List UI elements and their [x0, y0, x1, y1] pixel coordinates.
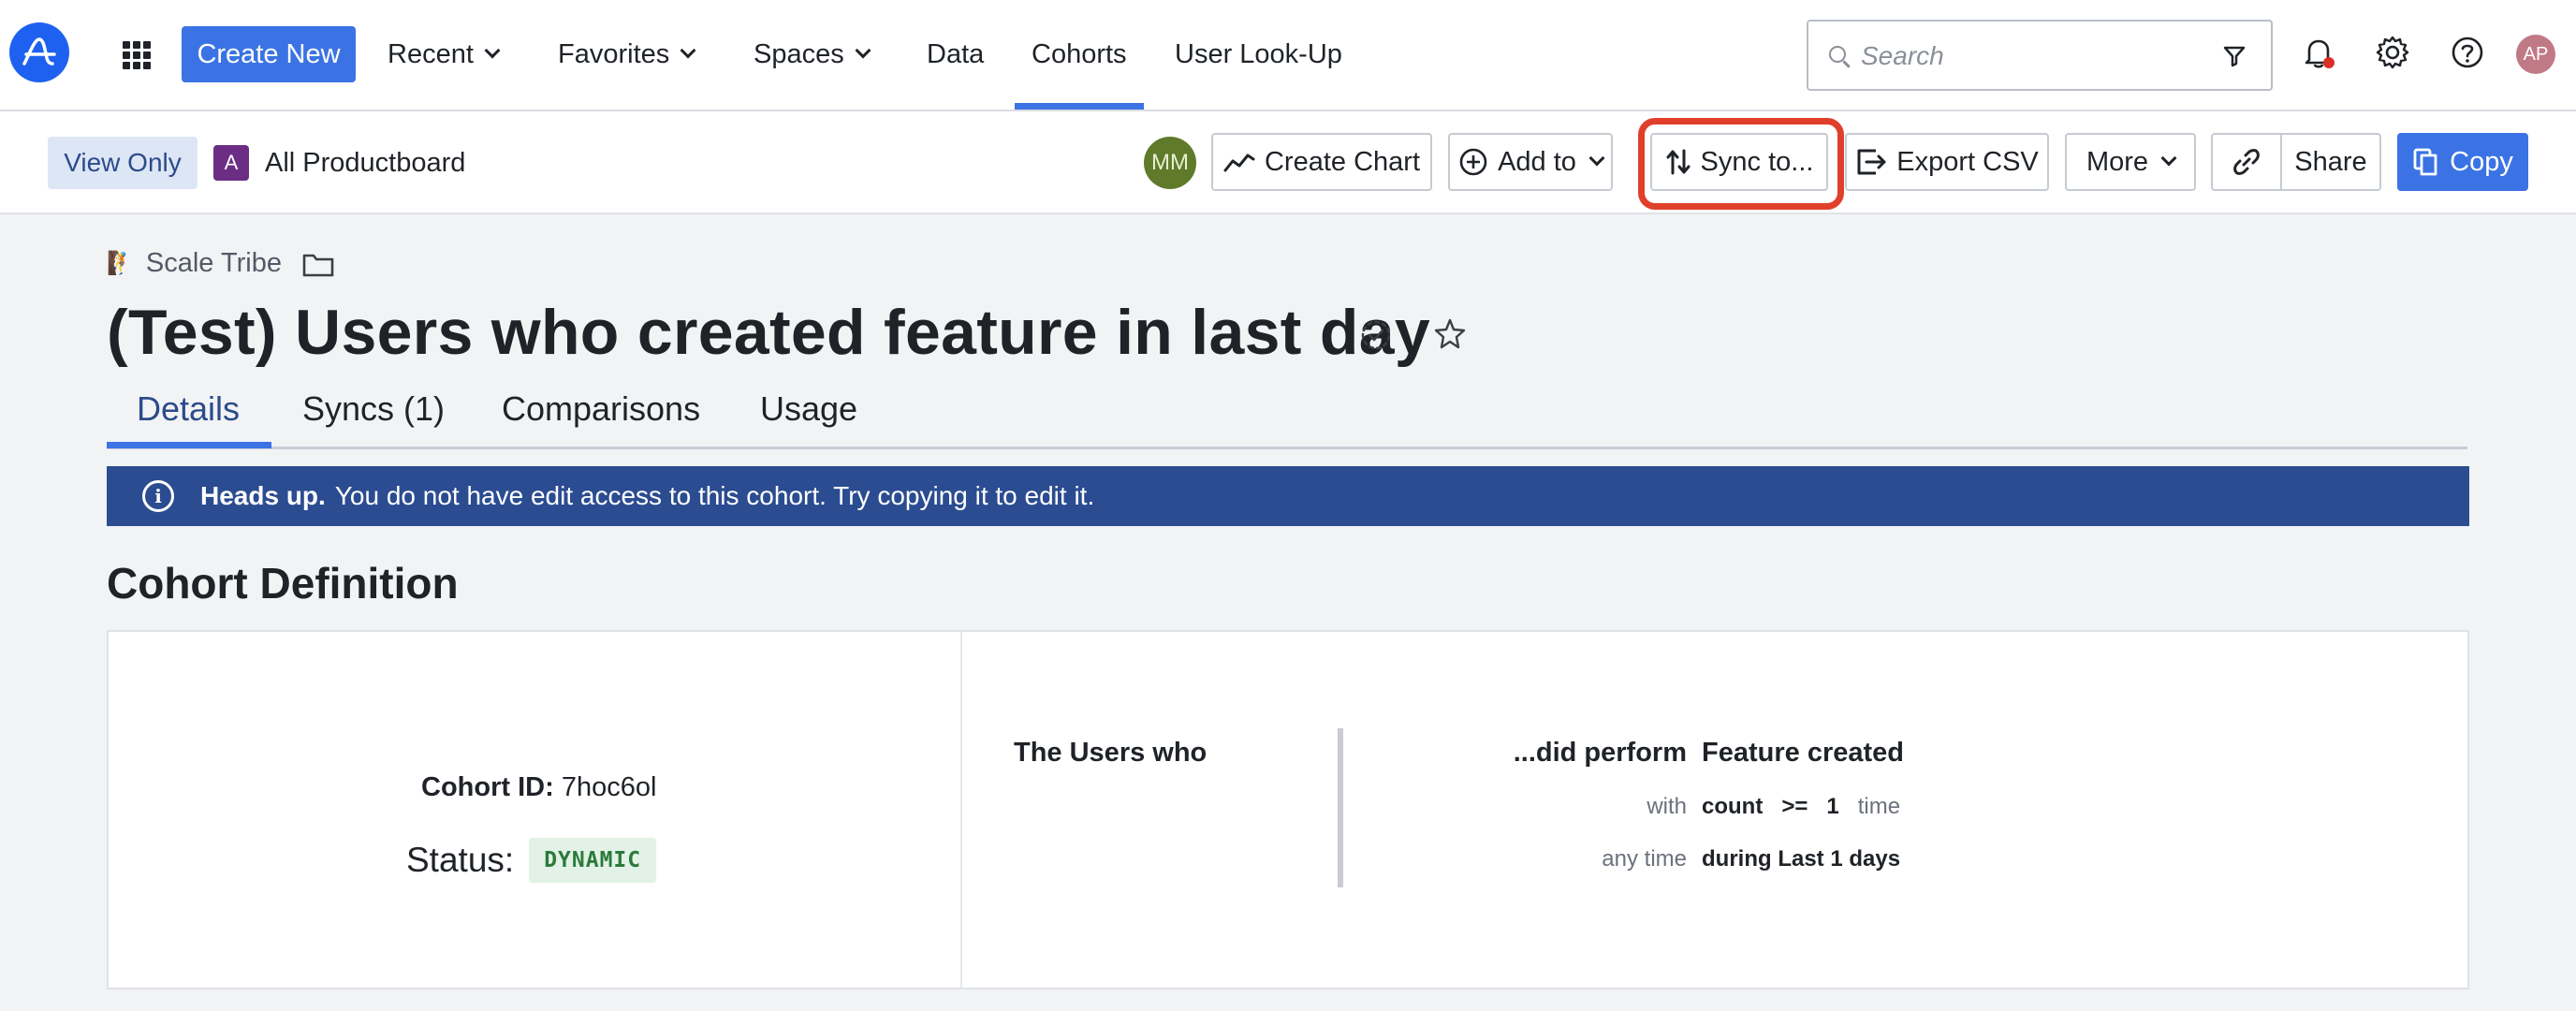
nav-data-label: Data — [927, 38, 985, 69]
cohort-definition-card: Cohort ID: 7hoc6ol Status: DYNAMIC The U… — [107, 630, 2469, 989]
copy-icon — [2413, 148, 2437, 176]
add-to-label: Add to — [1498, 146, 1576, 177]
create-new-button[interactable]: Create New — [182, 26, 356, 82]
nav-favorites[interactable]: Favorites — [558, 26, 696, 82]
more-button[interactable]: More — [2065, 133, 2196, 191]
star-favorite-icon[interactable] — [1432, 316, 1468, 357]
nav-spaces[interactable]: Spaces — [754, 26, 871, 82]
search-input[interactable] — [1861, 37, 2198, 76]
copy-button[interactable]: Copy — [2397, 133, 2528, 191]
user-avatar[interactable]: AP — [2516, 35, 2555, 74]
cohort-toolbar: View Only A All Productboard MM Create C… — [0, 111, 2576, 214]
more-label: More — [2086, 146, 2149, 177]
owner-avatar[interactable]: MM — [1144, 137, 1196, 189]
share-button[interactable]: Share — [2280, 133, 2381, 191]
apps-grid-icon[interactable] — [123, 41, 151, 69]
time-word: time — [1857, 794, 1901, 819]
tab-syncs[interactable]: Syncs (1) — [302, 389, 445, 429]
export-icon — [1857, 149, 1886, 175]
copy-link-button[interactable] — [2211, 133, 2282, 191]
nav-active-indicator — [1015, 103, 1144, 110]
space-name[interactable]: All Productboard — [265, 145, 465, 181]
count-operator: >= — [1781, 794, 1808, 819]
chevron-down-icon — [680, 42, 696, 59]
create-chart-button[interactable]: Create Chart — [1211, 133, 1432, 191]
read-only-banner: i Heads up. You do not have edit access … — [107, 466, 2469, 526]
did-perform-label: ...did perform — [1513, 738, 1687, 768]
create-chart-label: Create Chart — [1264, 146, 1420, 177]
status-badge: DYNAMIC — [529, 838, 657, 883]
card-divider — [960, 632, 962, 988]
status-row: Status: DYNAMIC — [406, 838, 657, 883]
chevron-down-icon — [1588, 150, 1605, 167]
nav-user-lookup[interactable]: User Look-Up — [1175, 26, 1342, 82]
count-value: 1 — [1826, 794, 1839, 819]
cohort-id: Cohort ID: 7hoc6ol — [421, 772, 656, 803]
line-chart-icon — [1223, 154, 1255, 172]
tab-usage[interactable]: Usage — [760, 389, 857, 429]
during-value: during Last 1 days — [1702, 846, 1901, 872]
section-title: Cohort Definition — [107, 559, 459, 608]
cohort-id-value: 7hoc6ol — [561, 772, 657, 802]
help-icon[interactable] — [2447, 32, 2488, 73]
sync-highlight-annotation — [1638, 118, 1844, 210]
tab-details[interactable]: Details — [137, 389, 240, 429]
users-who-label: The Users who — [1014, 738, 1208, 768]
link-icon — [2233, 149, 2260, 175]
breadcrumb-emoji: 🧗 — [107, 251, 135, 276]
export-csv-button[interactable]: Export CSV — [1845, 133, 2049, 191]
time-condition: during Last 1 days — [1702, 846, 1900, 872]
page-title: (Test) Users who created feature in last… — [107, 297, 1430, 368]
cohort-tabs: Details Syncs (1) Comparisons Usage — [107, 382, 2467, 449]
nav-recent-label: Recent — [388, 38, 474, 69]
add-to-button[interactable]: Add to — [1448, 133, 1613, 191]
space-badge: A — [213, 145, 249, 181]
search-icon — [1829, 46, 1846, 63]
top-navbar: Create New Recent Favorites Spaces Data … — [0, 0, 2576, 111]
tab-comparisons[interactable]: Comparisons — [502, 389, 700, 429]
cohort-id-label: Cohort ID: — [421, 772, 554, 802]
nav-favorites-label: Favorites — [558, 38, 670, 69]
chevron-down-icon — [2160, 150, 2177, 167]
banner-message: You do not have edit access to this coho… — [334, 481, 1095, 510]
plus-circle-icon — [1459, 148, 1487, 176]
condition-group-bar — [1338, 728, 1343, 887]
banner-title: Heads up. — [200, 481, 326, 510]
filter-icon[interactable] — [2222, 44, 2247, 73]
notifications-bell-icon[interactable] — [2298, 32, 2339, 73]
count-condition: count >= 1 time — [1702, 794, 1900, 820]
nav-cohorts-label: Cohorts — [1032, 38, 1127, 69]
active-tab-indicator — [107, 442, 271, 448]
status-label: Status: — [406, 841, 515, 879]
nav-user-lookup-label: User Look-Up — [1175, 38, 1342, 69]
event-name: Feature created — [1702, 738, 1904, 768]
with-label: with — [1647, 794, 1687, 819]
verified-check-icon[interactable] — [1359, 318, 1393, 357]
chevron-down-icon — [484, 42, 501, 59]
nav-recent[interactable]: Recent — [388, 26, 501, 82]
settings-gear-icon[interactable] — [2372, 32, 2413, 73]
time-label: any time — [1602, 846, 1687, 872]
search-box[interactable] — [1807, 20, 2273, 91]
amplitude-logo-icon[interactable] — [9, 22, 69, 82]
nav-data[interactable]: Data — [927, 26, 984, 82]
info-icon: i — [142, 480, 174, 512]
nav-spaces-label: Spaces — [754, 38, 844, 69]
folder-icon[interactable] — [302, 251, 334, 277]
chevron-down-icon — [855, 42, 871, 59]
breadcrumb: 🧗 Scale Tribe — [107, 248, 334, 279]
count-word: count — [1702, 794, 1764, 819]
copy-label: Copy — [2450, 146, 2513, 177]
export-csv-label: Export CSV — [1896, 146, 2039, 177]
breadcrumb-space[interactable]: Scale Tribe — [146, 248, 282, 279]
nav-cohorts[interactable]: Cohorts — [1032, 26, 1127, 82]
view-only-badge: View Only — [48, 137, 198, 189]
